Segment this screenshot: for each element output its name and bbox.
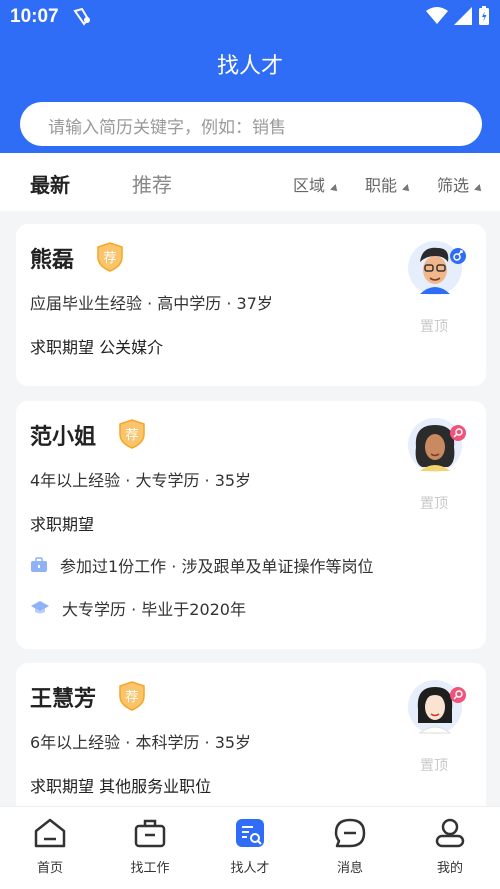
- bottom-nav: 首页 找工作 找人才 消息 我的: [0, 806, 500, 889]
- svg-text:荐: 荐: [125, 690, 138, 705]
- location-icon: [72, 7, 94, 31]
- talent-search-icon: [236, 819, 264, 847]
- candidate-meta: 6年以上经验 · 本科学历 · 35岁: [30, 733, 252, 752]
- bag-icon: [134, 819, 166, 848]
- recommend-badge: 荐: [96, 242, 124, 272]
- male-icon: [450, 248, 466, 264]
- pin-top-button[interactable]: 置顶: [420, 755, 448, 775]
- header: 10:07 找人才 请输入简历关键字，例如：销售: [0, 0, 500, 153]
- tab-bar: 最新 推荐 区域 职能 筛选: [0, 153, 500, 211]
- briefcase-icon: [31, 557, 47, 572]
- battery-icon: [478, 6, 490, 30]
- job-expectation: 求职期望 其他服务业职位: [30, 777, 212, 796]
- nav-home-label: 首页: [36, 861, 63, 876]
- search-placeholder: 请输入简历关键字，例如：销售: [48, 118, 286, 138]
- filter-screen[interactable]: 筛选: [437, 172, 484, 196]
- job-expectation: 求职期望 公关媒介: [30, 338, 164, 357]
- nav-mine[interactable]: 我的: [400, 817, 500, 876]
- female-icon: [450, 687, 466, 703]
- resume-card[interactable]: 王慧芳 荐 6年以上经验 · 本科学历 · 35岁 求职期望 其他服务业职位 置…: [16, 663, 486, 823]
- svg-text:荐: 荐: [125, 428, 138, 443]
- filter-function-label: 职能: [365, 176, 398, 195]
- female-icon: [450, 425, 466, 441]
- filter-function[interactable]: 职能: [365, 172, 412, 196]
- filter-screen-label: 筛选: [437, 176, 470, 195]
- dropdown-triangle-icon: [402, 184, 412, 194]
- candidate-meta: 4年以上经验 · 大专学历 · 35岁: [30, 471, 252, 490]
- education: 大专学历 · 毕业于2020年: [30, 596, 246, 620]
- signal-icon: [454, 7, 472, 29]
- nav-mine-label: 我的: [436, 861, 463, 876]
- dropdown-triangle-icon: [330, 184, 340, 194]
- pin-top-button[interactable]: 置顶: [420, 316, 448, 336]
- pin-top-button[interactable]: 置顶: [420, 493, 448, 513]
- recommend-badge: 荐: [118, 681, 146, 711]
- candidate-name: 范小姐: [30, 425, 97, 450]
- nav-find-job[interactable]: 找工作: [100, 817, 200, 876]
- search-input[interactable]: 请输入简历关键字，例如：销售: [20, 102, 482, 146]
- filter-area[interactable]: 区域: [293, 172, 340, 196]
- nav-find-talent-label: 找人才: [230, 861, 270, 876]
- work-experience: 参加过1份工作 · 涉及跟单及单证操作等岗位: [30, 553, 373, 577]
- status-time: 10:07: [10, 6, 59, 27]
- education-text: 大专学历 · 毕业于2020年: [62, 600, 246, 619]
- nav-home[interactable]: 首页: [0, 817, 100, 876]
- candidate-name: 王慧芳: [30, 687, 97, 712]
- user-icon: [435, 818, 465, 848]
- nav-messages[interactable]: 消息: [300, 817, 400, 876]
- job-expectation: 求职期望: [30, 515, 95, 534]
- avatar: [408, 417, 466, 472]
- resume-card[interactable]: 范小姐 荐 4年以上经验 · 大专学历 · 35岁 求职期望 参加过1份工作 ·…: [16, 401, 486, 649]
- tab-newest[interactable]: 最新: [30, 169, 70, 198]
- filter-area-label: 区域: [293, 176, 326, 195]
- candidate-name: 熊磊: [30, 248, 75, 273]
- avatar: [408, 679, 466, 734]
- work-experience-text: 参加过1份工作 · 涉及跟单及单证操作等岗位: [60, 557, 374, 576]
- page-title: 找人才: [216, 54, 283, 79]
- avatar: [408, 240, 466, 295]
- dropdown-triangle-icon: [474, 184, 484, 194]
- recommend-badge: 荐: [118, 419, 146, 449]
- svg-text:荐: 荐: [103, 251, 116, 266]
- wifi-icon: [426, 7, 448, 29]
- graduation-cap-icon: [31, 601, 49, 614]
- nav-find-job-label: 找工作: [130, 861, 170, 876]
- home-icon: [34, 818, 66, 848]
- nav-messages-label: 消息: [336, 861, 363, 876]
- candidate-meta: 应届毕业生经验 · 高中学历 · 37岁: [30, 294, 273, 313]
- resume-card[interactable]: 熊磊 荐 应届毕业生经验 · 高中学历 · 37岁 求职期望 公关媒介 置顶: [16, 224, 486, 386]
- nav-find-talent[interactable]: 找人才: [200, 817, 300, 876]
- message-icon: [334, 818, 366, 848]
- status-bar: 10:07: [0, 0, 500, 34]
- tab-recommend[interactable]: 推荐: [132, 169, 172, 198]
